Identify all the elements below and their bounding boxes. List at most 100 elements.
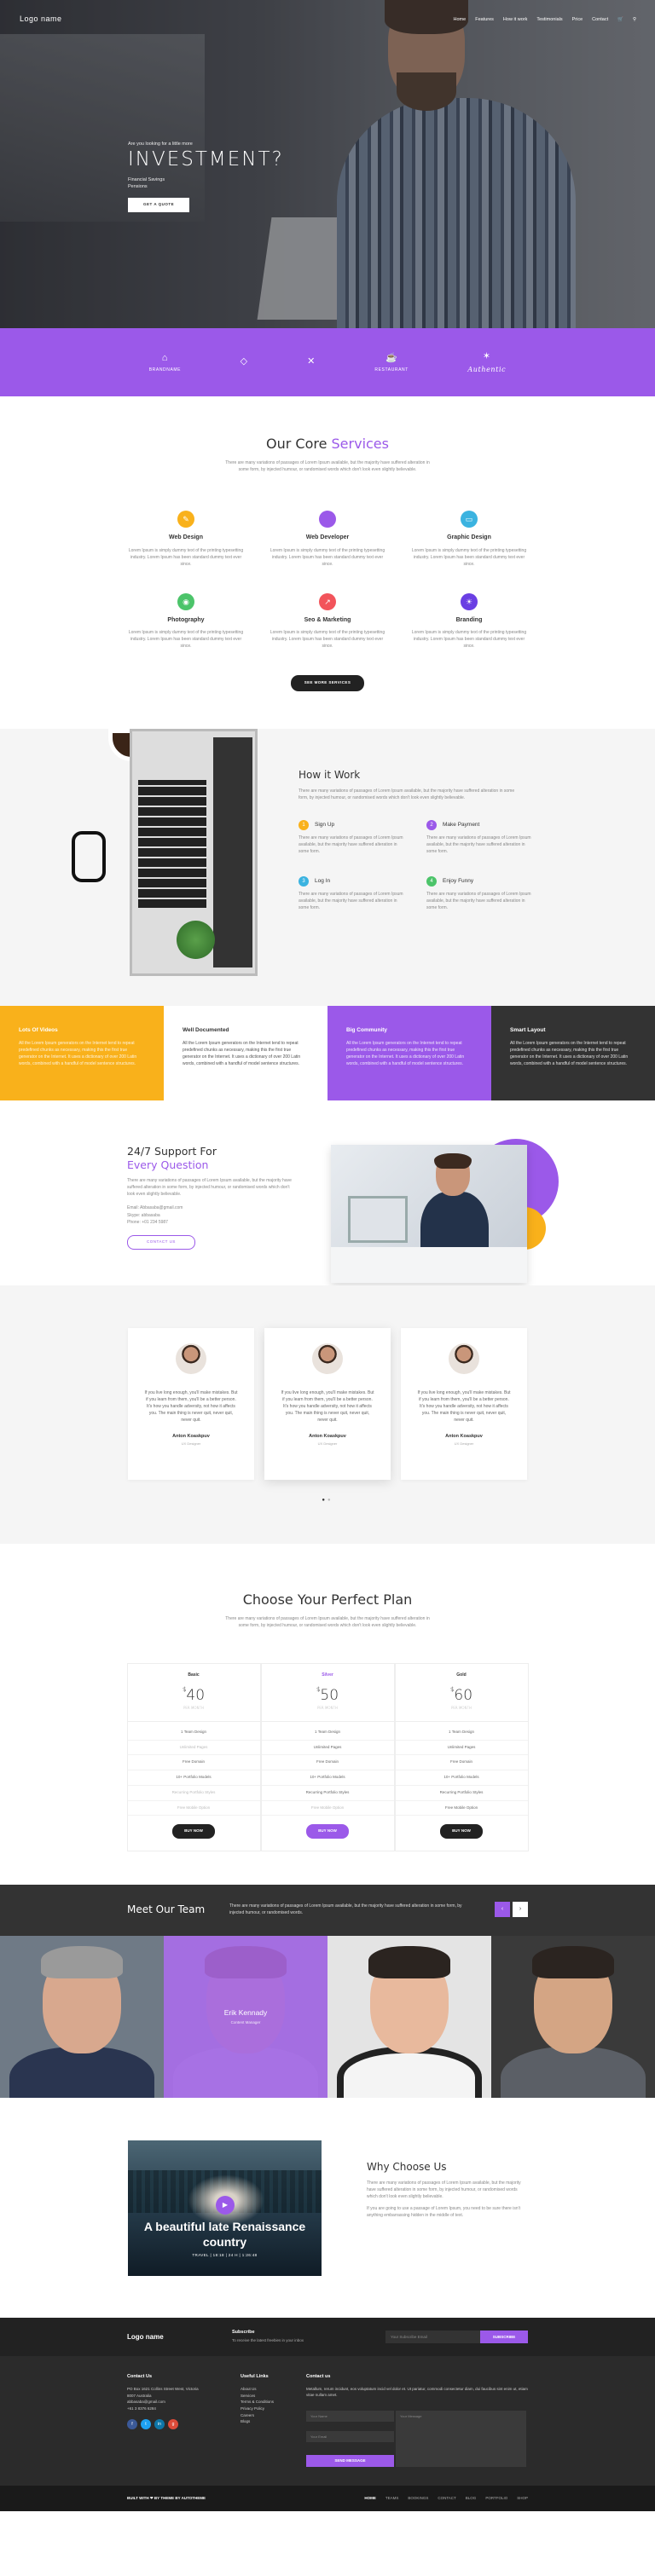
plan-feature: Unlimited Pages	[395, 1741, 528, 1756]
testimonial-cards: If you live long enough, you'll make mis…	[128, 1327, 527, 1480]
send-message-button[interactable]: SEND MESSAGE	[306, 2454, 394, 2467]
see-more-services-button[interactable]: SEE MORE SERVICES	[290, 675, 365, 691]
subscribe-bar: Logo name Subscribe To receive the lates…	[0, 2317, 655, 2356]
plan-feature: Recurring Portfolio Styles	[261, 1786, 394, 1801]
support-text: There are many variations of passages of…	[127, 1178, 292, 1198]
plan-feature: Recurring Portfolio Styles	[395, 1786, 528, 1801]
buy-now-button[interactable]: BUY NOW	[306, 1824, 349, 1839]
footer-phone: +61 3 8376 6284	[127, 2406, 156, 2411]
footer-link-privacy-policy[interactable]: Privacy Policy	[241, 2406, 292, 2412]
bottom-nav-teams[interactable]: TEAMS	[385, 2496, 399, 2502]
services-title: Our Core Services	[266, 436, 389, 452]
nav-item-home[interactable]: Home	[454, 16, 467, 23]
plan-feature: 1 Team Design	[127, 1725, 260, 1741]
footer-link-terms-conditions[interactable]: Terms & Conditions	[241, 2399, 292, 2406]
step-sign-up: 1 Sign Up There are many variations of pa…	[299, 819, 405, 855]
nav-item-contact[interactable]: Contact	[592, 16, 608, 23]
facebook-icon[interactable]: f	[127, 2418, 137, 2429]
service-title: Graphic Design	[447, 534, 491, 540]
buy-now-button[interactable]: BUY NOW	[440, 1824, 483, 1839]
get-quote-button[interactable]: GET A QUOTE	[128, 198, 190, 212]
how-it-work-content: How it Work There are many variations of…	[299, 767, 533, 911]
footer-link-services[interactable]: Services	[241, 2393, 292, 2400]
team-member-2[interactable]: Erik Kennady Content Manager	[164, 1935, 328, 2098]
team-member-3[interactable]	[328, 1935, 491, 2098]
subscribe-desc: To receive the latest freebies in your i…	[232, 2337, 304, 2342]
name-field[interactable]: Your Name	[306, 2410, 394, 2422]
video-thumbnail[interactable]: ▶ A beautiful late Renaissance country T…	[128, 2140, 322, 2276]
bottom-nav-shop[interactable]: SHOP	[517, 2496, 528, 2502]
message-field[interactable]: Your Message	[396, 2410, 526, 2467]
step-title: Enjoy Funny	[443, 877, 474, 884]
services-section: Our Core Services There are many variati…	[0, 396, 655, 729]
feature-text: All the Lorem Ipsum generators on the In…	[510, 1041, 629, 1067]
feature-well-documented: Well Documented All the Lorem Ipsum gene…	[164, 1005, 328, 1100]
nav-item-price[interactable]: Price	[572, 16, 583, 23]
step-number: 4	[426, 875, 437, 887]
restaurant-icon: ☕	[385, 353, 398, 363]
bottom-nav-blog[interactable]: BLOG	[466, 2496, 477, 2502]
subscribe-email-input[interactable]: Your Subscribe Email	[385, 2330, 480, 2343]
google-plus-icon[interactable]: g	[168, 2418, 178, 2429]
linkedin-icon[interactable]: in	[154, 2418, 165, 2429]
testimonial-card: If you live long enough, you'll make mis…	[264, 1327, 391, 1480]
bottom-nav-home[interactable]: HOME	[364, 2496, 376, 2502]
plan-name: Silver	[322, 1672, 333, 1678]
team-member-1[interactable]	[0, 1935, 164, 2098]
plan-basic: Basic $40 PER MONTH 1 Team Design Unlimite…	[126, 1662, 261, 1851]
footer-form-text: Metallum, rerum incidunt, eos voluptatum…	[306, 2386, 528, 2397]
play-icon[interactable]: ▶	[216, 2195, 235, 2215]
testimonial-card: If you live long enough, you'll make mis…	[401, 1327, 527, 1480]
plan-silver: Silver $50 PER MONTH 1 Team Design Unlimit…	[260, 1662, 395, 1851]
pencil-icon: ✎	[177, 511, 194, 528]
twitter-icon[interactable]: t	[141, 2418, 151, 2429]
service-title: Branding	[455, 616, 483, 623]
testimonial-name: Anton Koaskpuv	[445, 1433, 483, 1439]
step-number: 2	[426, 819, 437, 830]
carousel-dots[interactable]: ●●	[0, 1497, 655, 1505]
hero-photo	[0, 0, 655, 328]
steps-grid: 1 Sign Up There are many variations of pa…	[299, 819, 533, 911]
logo[interactable]: Logo name	[20, 14, 62, 26]
team-title: Meet Our Team	[127, 1903, 206, 1915]
team-member-4[interactable]	[491, 1935, 655, 2098]
footer-link-blogs[interactable]: Blogs	[241, 2418, 292, 2425]
nav-item-testimonials[interactable]: Testimonials	[536, 16, 562, 23]
footer-contact-title: Contact Us	[127, 2373, 153, 2379]
footer-address: PO Box 1621 Collins Street West, Victori…	[127, 2387, 199, 2398]
nav-menu: Home Features How it work Testimonials P…	[454, 16, 636, 23]
service-title: Seo & Marketing	[304, 616, 351, 623]
features-strip: Lots Of Videos All the Lorem Ipsum gener…	[0, 1005, 655, 1100]
brand-strip: ⌂ BRANDNAME ◇ ✕ ☕ RESTAURANT ✶ Authentic	[0, 328, 655, 396]
nav-item-features[interactable]: Features	[475, 16, 494, 23]
bottom-nav-portfolio[interactable]: PORTFOLIO	[485, 2496, 507, 2502]
footer-link-careers[interactable]: Careers	[241, 2412, 292, 2419]
support-section: 24/7 Support For Every Question There are…	[0, 1100, 655, 1285]
service-text: Lorem Ipsum is simply dummy text of the …	[270, 630, 385, 649]
plan-feature: Free Domain	[127, 1755, 260, 1770]
team-prev-arrow-icon[interactable]: ‹	[495, 1901, 510, 1917]
why-title: Why Choose Us	[367, 2160, 447, 2173]
cart-icon[interactable]: 🛒	[617, 16, 623, 23]
step-title: Sign Up	[315, 821, 335, 828]
footer-link-about-us[interactable]: About Us	[241, 2386, 292, 2393]
plan-feature: Free Mobile Option	[395, 1801, 528, 1816]
contact-us-button[interactable]: CONTACT US	[127, 1234, 195, 1250]
team-next-arrow-icon[interactable]: ›	[513, 1901, 528, 1917]
search-icon[interactable]: ⚲	[633, 16, 636, 23]
support-photo	[331, 1144, 527, 1283]
footer-logo[interactable]: Logo name	[127, 2332, 164, 2342]
chart-icon: ↗	[319, 592, 336, 610]
step-make-payment: 2 Make Payment There are many variations …	[426, 819, 533, 855]
subscribe-button[interactable]: SUBSCRIBE	[480, 2330, 528, 2343]
plan-features: 1 Team Design Unlimited Pages Free Domain 1…	[261, 1725, 394, 1816]
email-field[interactable]: Your Email	[306, 2430, 394, 2442]
bottom-nav-contact[interactable]: CONTACT	[438, 2496, 455, 2502]
footer-email[interactable]: abbasaba@gmail.com	[127, 2399, 204, 2406]
feature-big-community: Big Community All the Lorem Ipsum genera…	[328, 1005, 491, 1100]
nav-item-how-it-work[interactable]: How it work	[503, 16, 527, 23]
buy-now-button[interactable]: BUY NOW	[172, 1824, 215, 1839]
step-log-in: 3 Log In There are many variations of pas…	[299, 875, 405, 911]
badge-icon: ◇	[240, 355, 248, 367]
bottom-nav-bookings[interactable]: BOOKINGS	[408, 2496, 428, 2502]
